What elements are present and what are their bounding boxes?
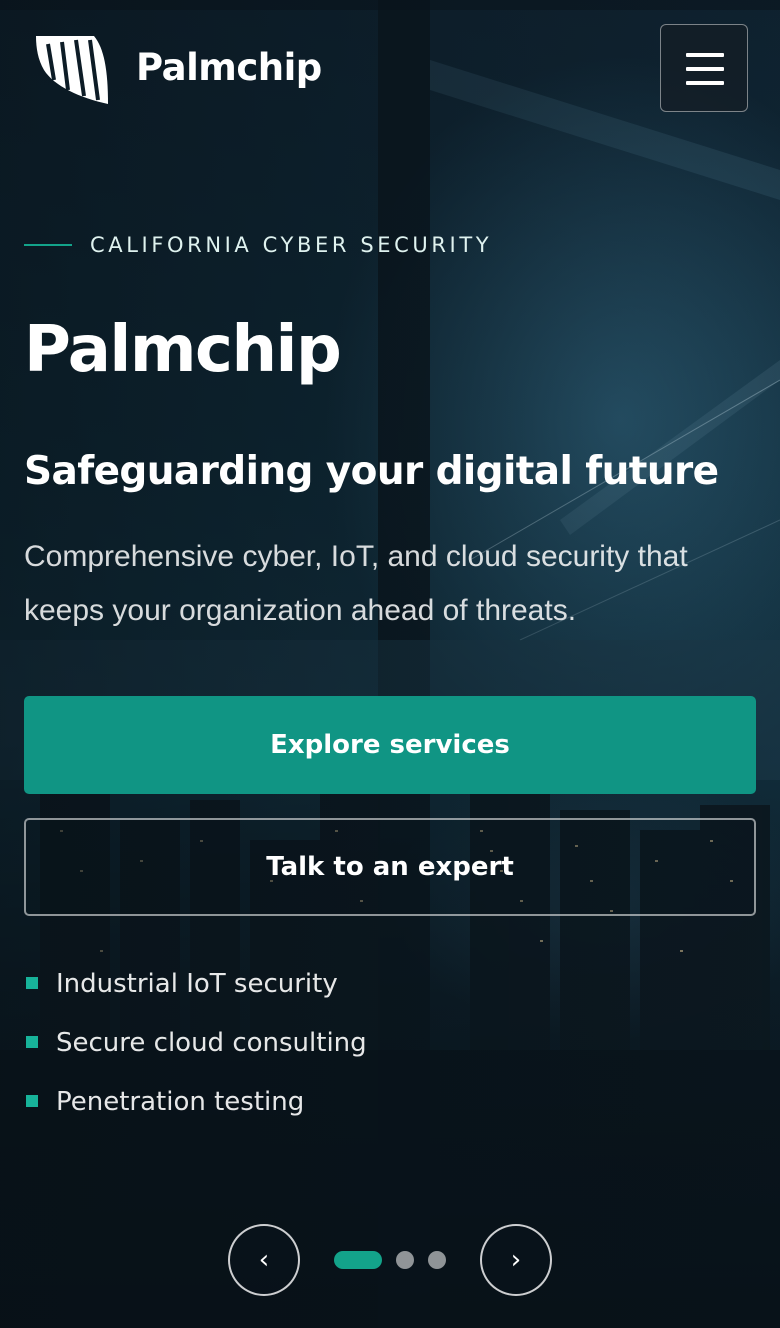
hero-title: Palmchip (24, 313, 342, 387)
chevron-left-icon: ‹ (258, 1245, 270, 1275)
talk-to-expert-button[interactable]: Talk to an expert (24, 818, 756, 916)
hero-description: Comprehensive cyber, IoT, and cloud secu… (24, 540, 688, 627)
carousel-dot-1[interactable] (334, 1251, 382, 1269)
hamburger-menu-button[interactable] (660, 24, 748, 112)
carousel-next-button[interactable]: › (480, 1224, 552, 1296)
square-bullet-icon (26, 1095, 38, 1107)
eyebrow-divider (24, 244, 72, 246)
explore-services-button[interactable]: Explore services (24, 696, 756, 794)
eyebrow-text: CALIFORNIA CYBER SECURITY (90, 233, 493, 257)
carousel-controls: ‹ › (0, 1222, 780, 1298)
chevron-right-icon: › (510, 1245, 522, 1275)
hero-background (0, 0, 780, 1328)
square-bullet-icon (26, 1036, 38, 1048)
square-bullet-icon (26, 977, 38, 989)
hero-subtitle: Safeguarding your digital future (24, 449, 719, 494)
hamburger-menu-icon (686, 53, 724, 57)
palm-leaf-logo-icon[interactable] (34, 34, 110, 106)
feature-label: Penetration testing (56, 1087, 305, 1117)
site-header: Palmchip (0, 0, 780, 140)
carousel-prev-button[interactable]: ‹ (228, 1224, 300, 1296)
brand-name[interactable]: Palmchip (136, 44, 322, 92)
feature-label: Industrial IoT security (56, 969, 338, 999)
carousel-dot-2[interactable] (396, 1251, 414, 1269)
carousel-dot-3[interactable] (428, 1251, 446, 1269)
feature-label: Secure cloud consulting (56, 1028, 367, 1058)
